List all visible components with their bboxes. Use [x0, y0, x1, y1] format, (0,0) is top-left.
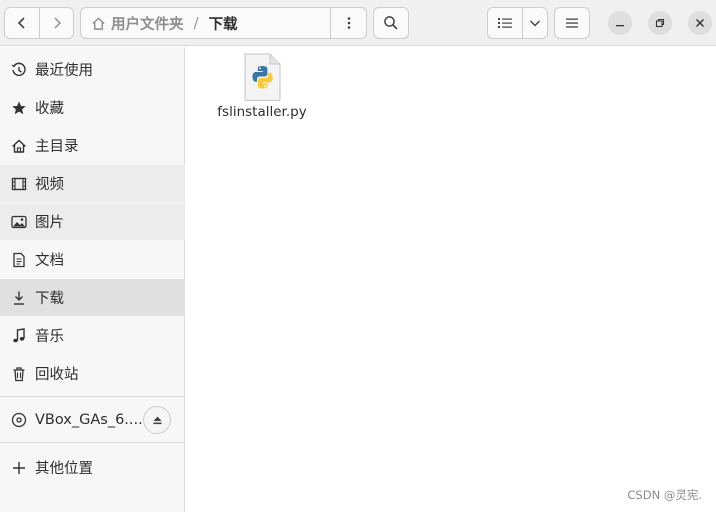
- close-button[interactable]: [688, 11, 712, 35]
- hamburger-icon: [566, 18, 578, 28]
- sidebar-item-music[interactable]: 音乐: [0, 317, 185, 354]
- path-menu-button[interactable]: [330, 8, 366, 38]
- vertical-ellipsis-icon: [347, 17, 350, 29]
- path-bar: 用户文件夹 / 下载: [80, 7, 367, 39]
- star-icon: [12, 101, 26, 114]
- search-icon: [384, 16, 398, 30]
- file-view: fslinstaller.py CSDN @灵宪.: [186, 47, 716, 512]
- python-file-icon: [244, 53, 281, 101]
- view-options-dropdown[interactable]: [522, 7, 548, 39]
- sidebar-item-label: 文档: [35, 253, 64, 269]
- sidebar-item-documents[interactable]: 文档: [0, 241, 185, 278]
- breadcrumb-home-label: 用户文件夹: [111, 16, 184, 33]
- trash-icon: [13, 366, 25, 381]
- plus-icon: [13, 461, 25, 474]
- sidebar-divider: [0, 442, 185, 443]
- search-button[interactable]: [373, 7, 409, 39]
- sidebar-item-label: 音乐: [35, 329, 64, 345]
- breadcrumb-current[interactable]: 下载: [209, 13, 238, 34]
- back-button[interactable]: [4, 7, 40, 39]
- minimize-icon: [616, 25, 624, 27]
- document-icon: [13, 252, 25, 267]
- sidebar-item-label: 主目录: [35, 139, 79, 155]
- download-icon: [14, 291, 24, 305]
- home-icon: [12, 139, 26, 153]
- sidebar-item-videos[interactable]: 视频: [0, 165, 185, 202]
- sidebar: 最近使用 收藏 主目录 视频 图片 文档 下载 音乐 回收站 VBox_GAs_…: [0, 47, 185, 512]
- watermark: CSDN @灵宪.: [627, 488, 702, 502]
- close-icon: [696, 19, 704, 27]
- disc-icon: [11, 412, 27, 427]
- breadcrumb-separator: /: [193, 14, 199, 32]
- sidebar-item-label: 视频: [35, 177, 64, 193]
- sidebar-item-label: 收藏: [35, 101, 64, 117]
- forward-button[interactable]: [39, 7, 74, 39]
- home-icon: [92, 16, 105, 30]
- sidebar-item-other-locations[interactable]: 其他位置: [0, 449, 185, 486]
- music-icon: [13, 327, 25, 342]
- sidebar-item-label: 回收站: [35, 367, 79, 383]
- breadcrumb-home[interactable]: 用户文件夹: [81, 13, 184, 34]
- film-icon: [11, 177, 27, 190]
- list-view-icon: [498, 18, 512, 28]
- header-bar: 用户文件夹 / 下载: [0, 0, 716, 46]
- list-view-button[interactable]: [487, 7, 523, 39]
- sidebar-item-pictures[interactable]: 图片: [0, 203, 185, 240]
- sidebar-item-label: 其他位置: [35, 461, 93, 477]
- sidebar-item-downloads[interactable]: 下载: [0, 279, 185, 316]
- chevron-down-icon: [529, 20, 541, 27]
- eject-icon: [153, 416, 161, 424]
- chevron-right-icon: [53, 17, 61, 29]
- sidebar-item-trash[interactable]: 回收站: [0, 355, 185, 392]
- chevron-left-icon: [17, 17, 25, 29]
- sidebar-item-label: 下载: [35, 291, 64, 307]
- file-name: fslinstaller.py: [217, 104, 307, 120]
- sidebar-item-recent[interactable]: 最近使用: [0, 51, 185, 88]
- sidebar-divider: [0, 396, 185, 397]
- sidebar-item-label: 图片: [35, 215, 64, 231]
- sidebar-item-label: 最近使用: [35, 63, 93, 79]
- clock-icon: [11, 62, 26, 76]
- restore-button[interactable]: [648, 11, 672, 35]
- sidebar-item-home[interactable]: 主目录: [0, 127, 185, 164]
- file-item[interactable]: fslinstaller.py: [216, 53, 308, 121]
- image-icon: [11, 215, 27, 228]
- sidebar-item-starred[interactable]: 收藏: [0, 89, 185, 126]
- sidebar-item-label: VBox_GAs_6....: [35, 411, 143, 428]
- minimize-button[interactable]: [608, 11, 632, 35]
- main-menu-button[interactable]: [554, 7, 590, 39]
- eject-button[interactable]: [143, 406, 171, 434]
- restore-icon: [655, 18, 665, 28]
